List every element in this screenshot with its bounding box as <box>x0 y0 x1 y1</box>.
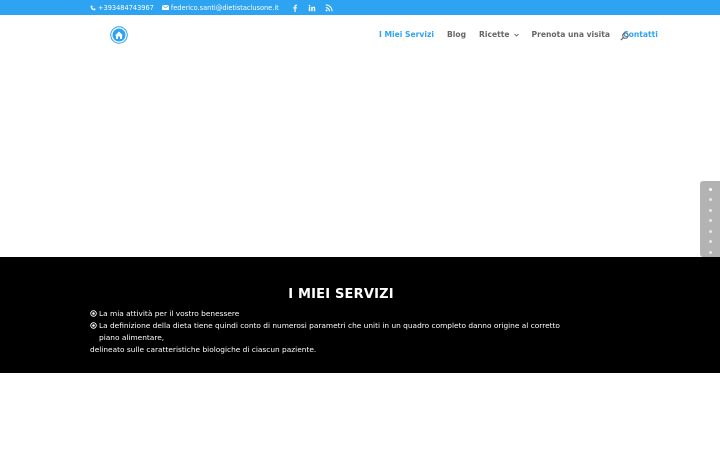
circle-dot-icon <box>90 310 97 317</box>
linkedin-icon[interactable] <box>308 4 316 12</box>
hero-section <box>0 56 720 257</box>
top-bar: +393484743967 federico.santi@dietistaclu… <box>0 0 720 15</box>
phone-link[interactable]: +393484743967 <box>90 4 154 12</box>
phone-number: +393484743967 <box>98 3 154 12</box>
home-icon[interactable] <box>110 26 128 44</box>
rss-icon[interactable] <box>325 3 333 12</box>
nav-label: Blog <box>446 30 467 39</box>
services-title: I MIEI SERVIZI <box>288 287 394 302</box>
chevron-down-icon <box>513 33 519 37</box>
nav-label: Ricette <box>479 30 510 39</box>
email-link[interactable]: federico.santi@dietistaclusone.it <box>161 3 279 12</box>
main-header: I Miei Servizi Blog Ricette Prenota una … <box>0 15 720 56</box>
top-bar-content: +393484743967 federico.santi@dietistaclu… <box>90 0 333 15</box>
services-text: La mia attività per il vostro benessere … <box>90 308 580 356</box>
service-line: delineato sulle caratteristiche biologic… <box>90 345 317 354</box>
nav-item-ricette[interactable]: Ricette <box>479 30 519 39</box>
nav-item-prenota[interactable]: Prenota una visita <box>532 30 611 39</box>
side-dot[interactable] <box>709 219 712 222</box>
side-dot[interactable] <box>709 209 712 212</box>
phone-icon <box>90 5 96 11</box>
list-item: La mia attività per il vostro benessere <box>90 308 580 320</box>
side-dot[interactable] <box>709 240 712 243</box>
side-dot-nav <box>700 181 720 257</box>
side-dot[interactable] <box>709 230 712 233</box>
list-item: La definizione della dieta tiene quindi … <box>90 320 580 344</box>
search-icon[interactable] <box>620 32 629 41</box>
list-item: delineato sulle caratteristiche biologic… <box>90 344 580 356</box>
social-links <box>291 3 333 12</box>
circle-dot-icon <box>90 322 97 329</box>
side-dot[interactable] <box>709 198 712 201</box>
facebook-icon[interactable] <box>291 4 299 12</box>
nav-item-blog[interactable]: Blog <box>447 30 466 39</box>
service-line: La mia attività per il vostro benessere <box>99 309 240 318</box>
side-dot[interactable] <box>709 188 712 191</box>
email-address: federico.santi@dietistaclusone.it <box>170 3 279 12</box>
nav-label: I Miei Servizi <box>379 30 434 39</box>
side-dot[interactable] <box>709 251 712 254</box>
service-line: La definizione della dieta tiene quindi … <box>99 321 560 342</box>
nav-item-servizi[interactable]: I Miei Servizi <box>379 30 434 39</box>
services-section: I MIEI SERVIZI La mia attività per il vo… <box>0 257 720 373</box>
mail-icon <box>161 5 169 10</box>
nav-label: Prenota una visita <box>531 30 611 39</box>
